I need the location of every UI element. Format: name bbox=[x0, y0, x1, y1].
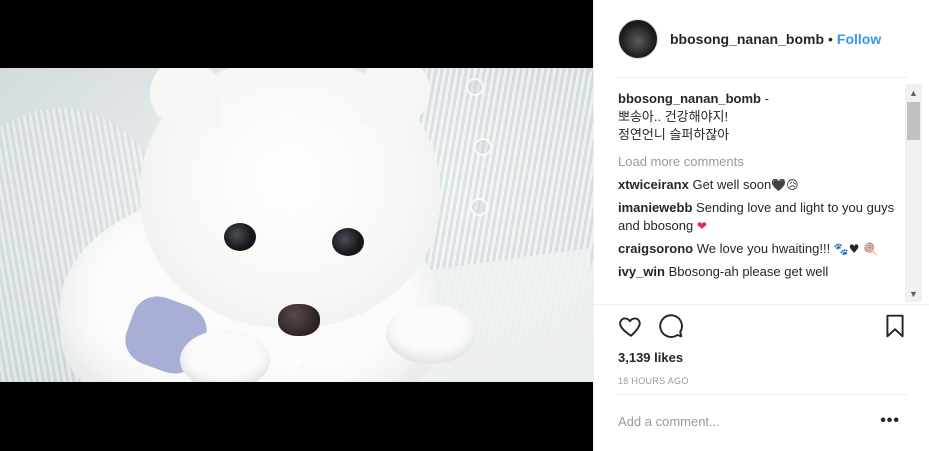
speech-bubble-icon[interactable] bbox=[658, 313, 684, 339]
comment-username[interactable]: xtwiceiranx bbox=[618, 177, 689, 192]
dog-nose bbox=[278, 304, 320, 336]
follow-button[interactable]: Follow bbox=[837, 31, 881, 47]
heart-icon[interactable] bbox=[618, 313, 644, 339]
comment-item: ivy_win Bbosong-ah please get well bbox=[618, 263, 902, 281]
dog-paw bbox=[180, 330, 270, 382]
carousel-indicator bbox=[284, 359, 301, 365]
comments-scrollbar[interactable]: ▲ ▼ bbox=[905, 84, 922, 302]
caption-dash: - bbox=[764, 91, 769, 106]
post-header: bbosong_nanan_bomb • Follow bbox=[594, 0, 929, 78]
post-photo[interactable] bbox=[0, 68, 593, 382]
comment-emoji: ❤ bbox=[696, 219, 707, 233]
scroll-down-arrow-icon[interactable]: ▼ bbox=[905, 285, 922, 302]
more-options-button[interactable]: ••• bbox=[880, 412, 900, 430]
caption: bbosong_nanan_bomb - 뽀송아.. 건강해야지! 정연언니 슬… bbox=[618, 90, 902, 144]
comment-item: xtwiceiranx Get well soon🖤😥 bbox=[618, 176, 902, 194]
comment-input[interactable] bbox=[618, 414, 868, 429]
comment-emoji: 🐾♥ 🍭 bbox=[833, 242, 879, 256]
media-pane bbox=[0, 0, 593, 451]
dog-paw bbox=[386, 304, 476, 364]
header-separator: • bbox=[828, 31, 833, 47]
comment-emoji: 🖤😥 bbox=[771, 178, 799, 192]
carousel-dot bbox=[284, 359, 290, 365]
actions-divider bbox=[594, 304, 929, 305]
likes-count[interactable]: 3,139 likes bbox=[618, 350, 683, 365]
caption-line-1: 뽀송아.. 건강해야지! bbox=[618, 109, 729, 124]
comment-item: imaniewebb Sending love and light to you… bbox=[618, 199, 902, 235]
dog-eye bbox=[332, 228, 364, 256]
post-timestamp: 18 HOURS AGO bbox=[618, 376, 689, 386]
comment-text: Bbosong-ah please get well bbox=[668, 264, 829, 279]
load-more-comments-link[interactable]: Load more comments bbox=[618, 153, 902, 171]
avatar[interactable] bbox=[618, 19, 658, 59]
action-bar bbox=[618, 313, 908, 343]
comments-list: bbosong_nanan_bomb - 뽀송아.. 건강해야지! 정연언니 슬… bbox=[618, 90, 902, 304]
carousel-dot-active bbox=[295, 359, 301, 365]
dog-eye bbox=[224, 223, 256, 251]
bookmark-icon[interactable] bbox=[882, 313, 908, 339]
add-comment-bar: ••• bbox=[594, 394, 929, 451]
cone-hole bbox=[466, 78, 484, 96]
comment-username[interactable]: ivy_win bbox=[618, 264, 665, 279]
comment-username[interactable]: imaniewebb bbox=[618, 200, 692, 215]
comment-item: craigsorono We love you hwaiting!!! 🐾♥ 🍭 bbox=[618, 240, 902, 258]
scrollbar-thumb[interactable] bbox=[907, 102, 920, 140]
cone-hole bbox=[474, 138, 492, 156]
caption-username[interactable]: bbosong_nanan_bomb bbox=[618, 91, 761, 106]
comment-text: Get well soon bbox=[692, 177, 772, 192]
cone-hole bbox=[470, 198, 488, 216]
caption-line-2: 정연언니 슬퍼하잖아 bbox=[618, 127, 730, 142]
comment-username[interactable]: craigsorono bbox=[618, 241, 693, 256]
post-side-panel: bbosong_nanan_bomb • Follow bbosong_nana… bbox=[593, 0, 929, 451]
comment-text: We love you hwaiting!!! bbox=[696, 241, 831, 256]
scroll-up-arrow-icon[interactable]: ▲ bbox=[905, 84, 922, 101]
header-username[interactable]: bbosong_nanan_bomb bbox=[670, 31, 824, 47]
